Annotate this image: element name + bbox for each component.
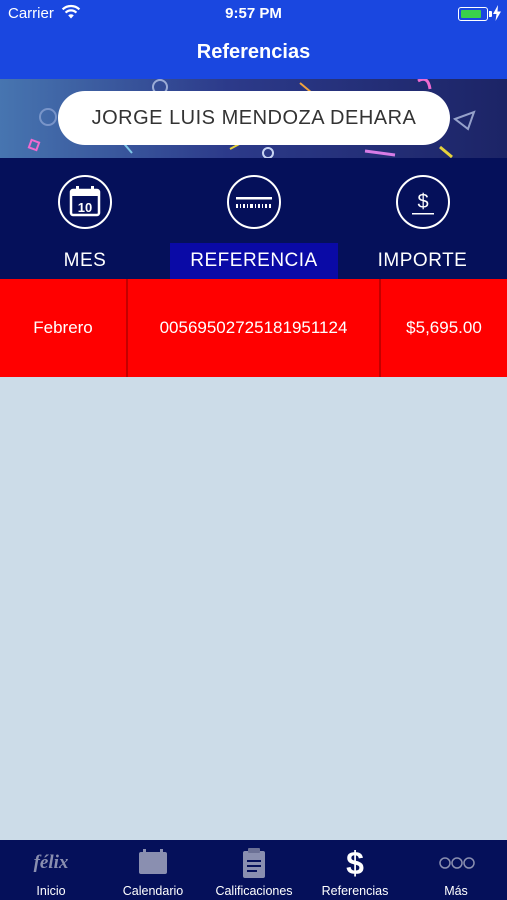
column-header-mes: MES [63, 250, 107, 271]
tab-label: Más [444, 884, 468, 898]
felix-logo-text: félix [33, 852, 69, 873]
tab-calendario[interactable]: Calendario [102, 840, 204, 900]
page-title: Referencias [196, 41, 311, 63]
cell-mes: Febrero [33, 318, 93, 337]
dollar-icon: $ [346, 845, 364, 881]
navigation-bar: Carrier 9:57 PM Referencias [0, 0, 507, 79]
calendar-icon: 10 [58, 175, 112, 229]
battery-icon [458, 7, 492, 21]
column-header-importe: IMPORTE [377, 250, 468, 271]
barcode-icon [227, 175, 281, 229]
calendar-icon-day: 10 [78, 200, 92, 215]
felix-logo-icon: félix [0, 848, 102, 878]
student-name: JORGE LUIS MENDOZA DEHARA [58, 91, 450, 145]
status-bar: Carrier 9:57 PM [0, 0, 507, 28]
charging-bolt-icon [493, 5, 501, 21]
status-time: 9:57 PM [225, 5, 282, 22]
tab-inicio[interactable]: félix Inicio [0, 840, 102, 900]
column-header-referencia: REFERENCIA [170, 243, 338, 279]
clipboard-icon [243, 848, 265, 878]
tab-mas[interactable]: Más [405, 840, 507, 900]
dollar-icon: $ [396, 175, 450, 229]
tab-referencias[interactable]: $ Referencias [304, 840, 406, 900]
references-header: 10 $ MES REFERENCIA IMPORTE [0, 158, 507, 279]
table-row[interactable]: Febrero 00569502725181951124 $5,695.00 [0, 279, 507, 377]
more-dots-icon [439, 857, 475, 869]
cell-importe: $5,695.00 [406, 318, 482, 337]
tab-calificaciones[interactable]: Calificaciones [203, 840, 305, 900]
tab-bar: félix Inicio Calendario Calificaciones $… [0, 840, 507, 900]
cell-referencia: 00569502725181951124 [159, 318, 348, 337]
profile-banner: JORGE LUIS MENDOZA DEHARA [0, 79, 507, 158]
calendar-icon [139, 849, 167, 874]
svg-text:$: $ [417, 191, 428, 213]
